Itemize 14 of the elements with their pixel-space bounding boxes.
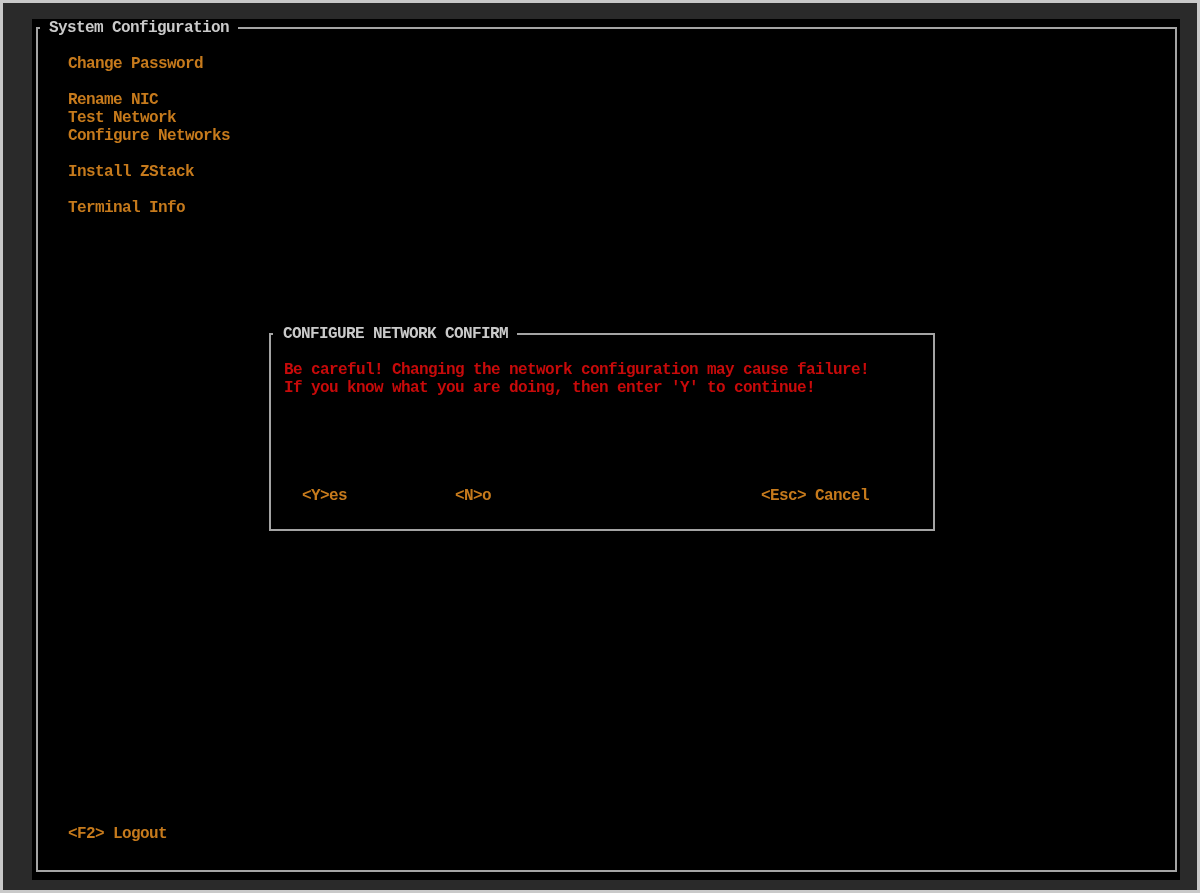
- menu-item[interactable]: Terminal Info: [68, 199, 186, 217]
- menu-item[interactable]: Rename NIC: [68, 91, 159, 109]
- warning-text: Be careful! Changing the network configuration may cause failure!: [284, 361, 871, 379]
- dialog-title: CONFIGURE NETWORK CONFIRM: [282, 325, 510, 343]
- window-title: System Configuration: [48, 19, 231, 37]
- dialog-option[interactable]: <Y>es: [302, 487, 347, 505]
- menu-item[interactable]: Change Password: [68, 55, 204, 73]
- warning-text: If you know what you are doing, then enter 'Y' to continue!: [284, 379, 817, 397]
- menu-item[interactable]: Install ZStack: [68, 163, 195, 181]
- menu-item[interactable]: Configure Networks: [68, 127, 231, 145]
- dialog-option[interactable]: <N>o: [455, 487, 491, 505]
- menu-item[interactable]: Test Network: [68, 109, 177, 127]
- logout-shortcut[interactable]: <F2> Logout: [68, 825, 168, 843]
- dialog-option[interactable]: <Esc> Cancel: [761, 487, 870, 505]
